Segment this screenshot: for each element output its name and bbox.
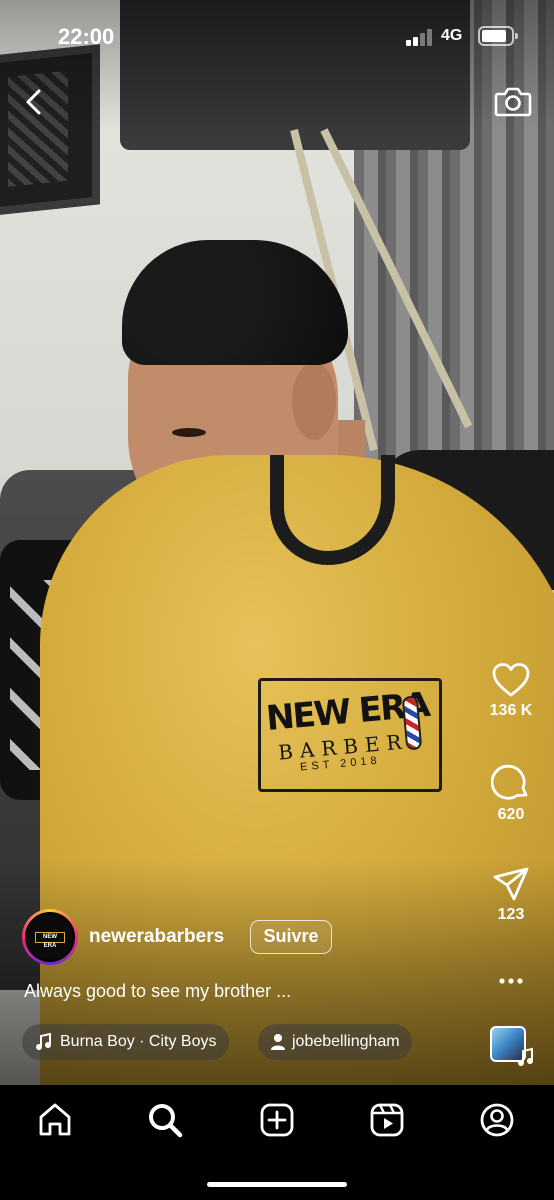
nav-create[interactable] [258, 1101, 298, 1141]
home-icon [39, 1103, 71, 1136]
send-icon [493, 867, 529, 901]
status-bar: 22:00 4G [0, 0, 554, 70]
nav-home[interactable] [36, 1101, 76, 1141]
more-button[interactable] [480, 974, 542, 988]
avatar-logo: NEW ERA [35, 932, 65, 949]
nav-search[interactable] [146, 1101, 186, 1141]
comment-count: 620 [497, 806, 525, 823]
reels-icon [370, 1103, 404, 1137]
camera-icon [494, 87, 532, 117]
heart-icon [492, 663, 530, 697]
signal-icon [406, 28, 434, 46]
more-horizontal-icon [499, 978, 523, 984]
tagged-user: jobebellingham [292, 1033, 400, 1050]
username[interactable]: newerabarbers [89, 926, 224, 948]
person-icon [271, 1034, 285, 1050]
music-note-icon [36, 1033, 51, 1050]
like-button[interactable]: 136 K [480, 662, 542, 720]
chevron-left-icon [26, 89, 41, 115]
audio-track: Burna Boy · City Boys [60, 1033, 217, 1050]
home-indicator[interactable] [207, 1182, 347, 1187]
create-icon [260, 1103, 294, 1137]
share-count: 123 [497, 906, 525, 923]
status-time: 22:00 [58, 24, 115, 49]
search-icon [149, 1104, 183, 1138]
nav-profile[interactable] [478, 1101, 518, 1141]
comment-button[interactable]: 620 [480, 762, 542, 824]
camera-button[interactable] [494, 84, 532, 118]
avatar[interactable]: NEW ERA [22, 909, 78, 965]
network-type: 4G [441, 27, 463, 44]
like-count: 136 K [489, 702, 533, 719]
caption[interactable]: Always good to see my brother ... [24, 981, 291, 1002]
audio-chip[interactable]: Burna Boy · City Boys [22, 1024, 229, 1060]
eye [172, 428, 206, 437]
tagged-user-chip[interactable]: jobebellingham [258, 1024, 412, 1060]
battery-icon [478, 26, 518, 46]
nav-reels[interactable] [368, 1101, 408, 1141]
back-button[interactable] [18, 84, 50, 120]
comment-icon [491, 764, 528, 800]
follow-button[interactable]: Suivre [250, 920, 332, 954]
ear [292, 362, 336, 440]
share-button[interactable]: 123 [480, 866, 542, 924]
profile-icon [480, 1103, 514, 1137]
music-note-icon [518, 1047, 533, 1066]
